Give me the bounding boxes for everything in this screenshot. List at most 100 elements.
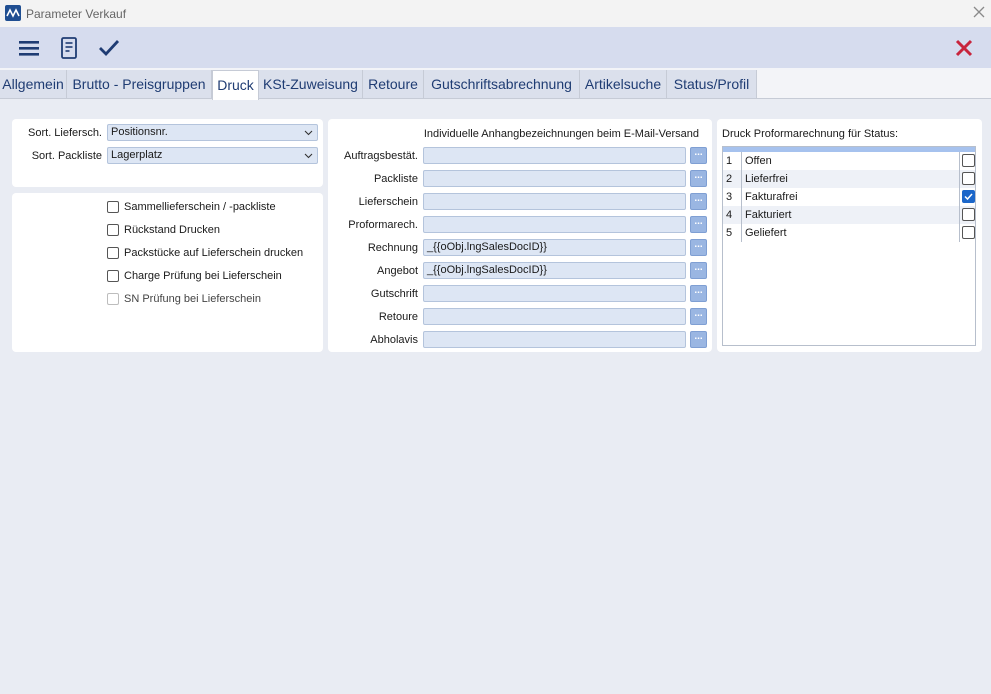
list-item[interactable]: 4 Fakturiert — [723, 206, 975, 224]
list-item[interactable]: 1 Offen — [723, 152, 975, 170]
column-divider — [959, 170, 960, 188]
abholavis-browse-button[interactable]: ... — [690, 331, 707, 348]
checkbox-label: Rückstand Drucken — [124, 224, 220, 236]
sort-liefersch-value: Positionsnr. — [111, 126, 168, 138]
checkbox-box — [107, 293, 119, 305]
close-icon[interactable] — [952, 36, 976, 60]
gutschrift-field[interactable] — [423, 285, 686, 302]
status-heading: Druck Proformarechnung für Status: — [722, 128, 899, 140]
status-number: 5 — [726, 227, 733, 239]
tab-artikelsuche[interactable]: Artikelsuche — [580, 70, 667, 98]
gutschrift-browse-button[interactable]: ... — [690, 285, 707, 302]
checkbox-sn-pruefung: SN Prüfung bei Lieferschein — [107, 291, 261, 307]
retoure-browse-button[interactable]: ... — [690, 308, 707, 325]
app-logo-icon — [5, 5, 21, 21]
checkbox-charge-pruefung[interactable]: Charge Prüfung bei Lieferschein — [107, 268, 282, 284]
column-divider — [741, 170, 742, 188]
retoure-field[interactable] — [423, 308, 686, 325]
tab-retoure[interactable]: Retoure — [363, 70, 424, 98]
checkbox-label: Packstücke auf Lieferschein drucken — [124, 247, 304, 259]
checkbox-rueckstand-drucken[interactable]: Rückstand Drucken — [107, 222, 220, 238]
sort-liefersch-label: Sort. Liefersch. — [28, 127, 102, 139]
column-divider — [741, 224, 742, 242]
status-name: Offen — [745, 155, 772, 167]
window-title: Parameter Verkauf — [26, 7, 127, 21]
field-label: Auftragsbestät. — [344, 150, 418, 162]
status-checkbox[interactable] — [962, 190, 975, 203]
menu-icon[interactable] — [17, 36, 41, 60]
sort-panel: Sort. Liefersch. Positionsnr. Sort. Pack… — [12, 119, 323, 187]
toolbar — [0, 27, 991, 68]
email-heading: Individuelle Anhangbezeichnungen beim E-… — [423, 128, 699, 140]
packliste-field[interactable] — [423, 170, 686, 187]
sort-packliste-select[interactable]: Lagerplatz — [107, 147, 318, 164]
status-checkbox[interactable] — [962, 154, 975, 167]
rechnung-browse-button[interactable]: ... — [690, 239, 707, 256]
status-name: Lieferfrei — [745, 173, 788, 185]
tab-allgemein[interactable]: Allgemein — [0, 70, 67, 98]
auftragsbestaet-browse-button[interactable]: ... — [690, 147, 707, 164]
field-label: Angebot — [377, 265, 418, 277]
sort-liefersch-select[interactable]: Positionsnr. — [107, 124, 318, 141]
chevron-down-icon — [304, 153, 313, 159]
checkbox-label: Charge Prüfung bei Lieferschein — [124, 270, 282, 282]
checkbox-label: SN Prüfung bei Lieferschein — [124, 293, 261, 305]
status-name: Fakturafrei — [745, 191, 798, 203]
list-item[interactable]: 2 Lieferfrei — [723, 170, 975, 188]
field-label: Lieferschein — [358, 196, 418, 208]
field-label: Rechnung — [367, 242, 418, 254]
field-label: Retoure — [378, 311, 418, 323]
list-item[interactable]: 5 Geliefert — [723, 224, 975, 242]
lieferschein-browse-button[interactable]: ... — [690, 193, 707, 210]
column-divider — [741, 206, 742, 224]
proforma-status-panel: Druck Proformarechnung für Status: 1 Off… — [717, 119, 982, 352]
status-name: Fakturiert — [745, 209, 792, 221]
chevron-down-icon — [304, 130, 313, 136]
angebot-browse-button[interactable]: ... — [690, 262, 707, 279]
status-number: 3 — [726, 191, 733, 203]
checkmark-icon[interactable] — [97, 36, 121, 60]
sort-packliste-value: Lagerplatz — [111, 149, 163, 161]
lieferschein-field[interactable] — [423, 193, 686, 210]
window-close-icon[interactable] — [971, 4, 987, 20]
checkbox-box[interactable] — [107, 247, 119, 259]
column-divider — [959, 152, 960, 170]
abholavis-field[interactable] — [423, 331, 686, 348]
checkbox-box[interactable] — [107, 201, 119, 213]
print-options-panel: Sammellieferschein / -packliste Rückstan… — [12, 193, 323, 352]
field-label: Packliste — [373, 173, 418, 185]
status-number: 1 — [726, 155, 733, 167]
checkbox-box[interactable] — [107, 270, 119, 282]
tab-status-profil[interactable]: Status/Profil — [667, 70, 757, 98]
column-divider — [959, 206, 960, 224]
status-number: 4 — [726, 209, 733, 221]
proformarech-browse-button[interactable]: ... — [690, 216, 707, 233]
title-bar: Parameter Verkauf — [0, 0, 991, 27]
rechnung-field[interactable]: _{{oObj.lngSalesDocID}} — [423, 239, 686, 256]
status-checkbox[interactable] — [962, 226, 975, 239]
list-item[interactable]: 3 Fakturafrei — [723, 188, 975, 206]
status-list: 1 Offen 2 Lieferfrei 3 Fakturafrei 4 Fak… — [722, 146, 976, 346]
tab-kst-zuweisung[interactable]: KSt-Zuweisung — [259, 70, 363, 98]
column-divider — [959, 188, 960, 206]
tab-druck[interactable]: Druck — [212, 70, 259, 100]
column-divider — [741, 152, 742, 170]
packliste-browse-button[interactable]: ... — [690, 170, 707, 187]
checkmark-icon — [964, 193, 973, 201]
email-attachment-panel: Individuelle Anhangbezeichnungen beim E-… — [328, 119, 712, 352]
checkbox-sammellieferschein[interactable]: Sammellieferschein / -packliste — [107, 199, 276, 215]
column-divider — [959, 224, 960, 242]
status-checkbox[interactable] — [962, 172, 975, 185]
tab-bar: Allgemein Brutto - Preisgruppen Druck KS… — [0, 68, 991, 100]
proformarech-field[interactable] — [423, 216, 686, 233]
status-checkbox[interactable] — [962, 208, 975, 221]
tab-brutto-preisgruppen[interactable]: Brutto - Preisgruppen — [67, 70, 212, 98]
status-name: Geliefert — [745, 227, 787, 239]
checkbox-box[interactable] — [107, 224, 119, 236]
field-label: Abholavis — [370, 334, 418, 346]
document-icon[interactable] — [57, 36, 81, 60]
tab-gutschriftsabrechnung[interactable]: Gutschriftsabrechnung — [424, 70, 580, 98]
angebot-field[interactable]: _{{oObj.lngSalesDocID}} — [423, 262, 686, 279]
checkbox-packstuecke[interactable]: Packstücke auf Lieferschein drucken — [107, 245, 303, 261]
auftragsbestaet-field[interactable] — [423, 147, 686, 164]
